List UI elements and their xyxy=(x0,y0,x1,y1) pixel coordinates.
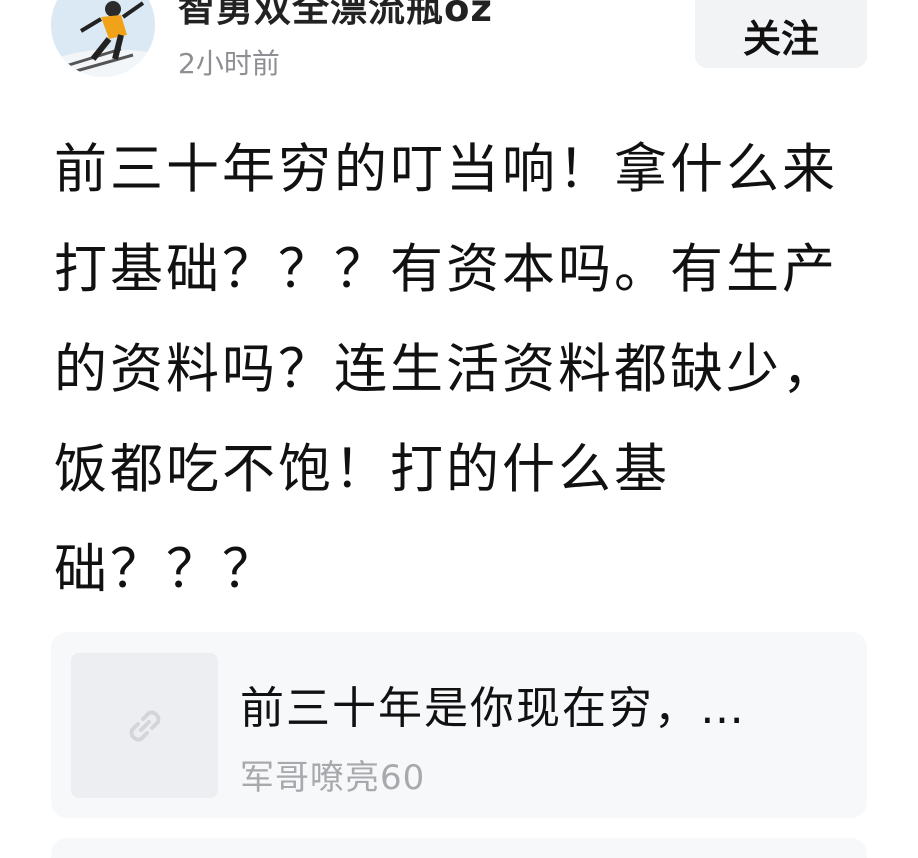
post-content: 前三十年穷的叮当响！拿什么来打基础？？？有资本吗。有生产的资料吗？连生活资料都缺… xyxy=(54,139,838,600)
link-source: 军哥嘹亮60 xyxy=(240,758,426,798)
avatar[interactable] xyxy=(51,0,155,77)
author-name[interactable]: 智勇双全漂流瓶oz xyxy=(178,0,493,32)
link-icon xyxy=(129,710,160,741)
skier-avatar-image xyxy=(51,0,155,77)
link-thumbnail xyxy=(71,653,218,798)
next-card-edge xyxy=(51,838,867,858)
link-card[interactable]: 前三十年是你现在穷，… 军哥嘹亮60 xyxy=(51,632,867,818)
post-timestamp: 2小时前 xyxy=(178,47,280,80)
link-title: 前三十年是你现在穷，… xyxy=(240,683,746,734)
follow-button[interactable]: 关注 xyxy=(695,0,867,68)
